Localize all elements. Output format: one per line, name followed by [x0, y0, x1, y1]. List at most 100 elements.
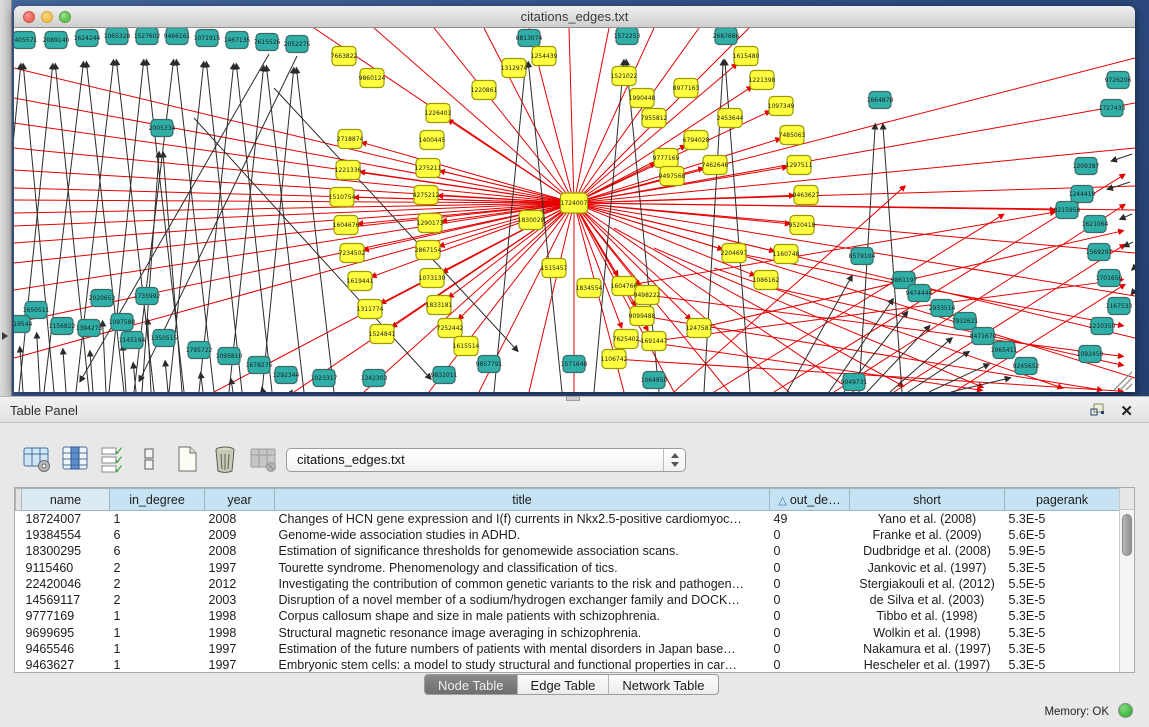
cell-year[interactable]: 1997	[205, 559, 275, 575]
cell-pagerank[interactable]: 5.3E-5	[1005, 559, 1120, 575]
cell-short[interactable]: Dudbridge et al. (2008)	[850, 543, 1005, 559]
scrollbar-thumb[interactable]	[1122, 514, 1132, 556]
cell-pagerank[interactable]: 5.3E-5	[1005, 641, 1120, 657]
column-header-pagerank[interactable]: pagerank	[1005, 489, 1120, 511]
table-row[interactable]: 1872400712008Changes of HCN gene express…	[16, 511, 1120, 527]
cell-name[interactable]: 9699695	[22, 625, 110, 641]
cell-pagerank[interactable]: 5.3E-5	[1005, 657, 1120, 673]
cell-pagerank[interactable]: 5.3E-5	[1005, 625, 1120, 641]
citation-network-graph[interactable]: 1405571208914016242441065328152760294661…	[14, 28, 1135, 392]
cell-name[interactable]: 18300295	[22, 543, 110, 559]
cell-year[interactable]: 2008	[205, 511, 275, 527]
cell-short[interactable]: Tibbo et al. (1998)	[850, 608, 1005, 624]
column-header-out-de-[interactable]: △out_de…	[770, 489, 850, 511]
cell-year[interactable]: 1997	[205, 641, 275, 657]
cell-out-de-[interactable]: 0	[770, 641, 850, 657]
memory-ok-indicator-icon[interactable]	[1118, 703, 1133, 718]
cell-out-de-[interactable]: 0	[770, 592, 850, 608]
cell-in-degree[interactable]: 2	[110, 559, 205, 575]
cell-pagerank[interactable]: 5.9E-5	[1005, 543, 1120, 559]
select-column-icon[interactable]	[60, 444, 90, 474]
cell-short[interactable]: Wolkin et al. (1998)	[850, 625, 1005, 641]
cell-year[interactable]: 2008	[205, 543, 275, 559]
cell-year[interactable]: 1998	[205, 608, 275, 624]
cell-title[interactable]: Changes of HCN gene expression and I(f) …	[275, 511, 770, 527]
cell-name[interactable]: 9115460	[22, 559, 110, 575]
cell-pagerank[interactable]: 5.3E-5	[1005, 592, 1120, 608]
cell-out-de-[interactable]: 0	[770, 527, 850, 543]
network-view-window[interactable]: citations_edges.txt 14055712089140162424…	[14, 6, 1135, 392]
column-header-short[interactable]: short	[850, 489, 1005, 511]
cell-year[interactable]: 1998	[205, 625, 275, 641]
cell-title[interactable]: Tourette syndrome. Phenomenology and cla…	[275, 559, 770, 575]
cell-name[interactable]: 9465546	[22, 641, 110, 657]
cell-short[interactable]: Nakamura et al. (1997)	[850, 641, 1005, 657]
column-header-year[interactable]: year	[205, 489, 275, 511]
cell-short[interactable]: de Silva et al. (2003)	[850, 592, 1005, 608]
cell-title[interactable]: Embryonic stem cells: a model to study s…	[275, 657, 770, 673]
cell-out-de-[interactable]: 0	[770, 657, 850, 673]
table-row[interactable]: 946554611997Estimation of the future num…	[16, 641, 1120, 657]
cell-year[interactable]: 2012	[205, 576, 275, 592]
cell-out-de-[interactable]: 0	[770, 559, 850, 575]
cell-short[interactable]: Stergiakouli et al. (2012)	[850, 576, 1005, 592]
cell-pagerank[interactable]: 5.3E-5	[1005, 608, 1120, 624]
cell-title[interactable]: Estimation of significance thresholds fo…	[275, 543, 770, 559]
float-panel-icon[interactable]	[1090, 403, 1105, 417]
table-row[interactable]: 969969511998Structural magnetic resonanc…	[16, 625, 1120, 641]
left-splitter-gutter[interactable]	[0, 0, 12, 396]
cell-out-de-[interactable]: 0	[770, 608, 850, 624]
cell-in-degree[interactable]: 1	[110, 657, 205, 673]
column-header-name[interactable]: name	[22, 489, 110, 511]
cell-name[interactable]: 22420046	[22, 576, 110, 592]
delete-trash-icon[interactable]	[210, 444, 240, 474]
cell-short[interactable]: Jankovic et al. (1997)	[850, 559, 1005, 575]
tab-node-table[interactable]: Node Table	[425, 675, 517, 694]
cell-out-de-[interactable]: 0	[770, 576, 850, 592]
table-row[interactable]: 977716911998Corpus callosum shape and si…	[16, 608, 1120, 624]
cell-title[interactable]: Genome-wide association studies in ADHD.	[275, 527, 770, 543]
close-panel-icon[interactable]: ✕	[1120, 402, 1133, 420]
column-header-title[interactable]: title	[275, 489, 770, 511]
table-row[interactable]: 911546021997Tourette syndrome. Phenomeno…	[16, 559, 1120, 575]
column-narrow-icon[interactable]	[134, 444, 164, 474]
table-selector-dropdown[interactable]: citations_edges.txt	[286, 448, 686, 472]
table-settings-icon[interactable]	[22, 444, 52, 474]
cell-year[interactable]: 2009	[205, 527, 275, 543]
cell-name[interactable]: 9777169	[22, 608, 110, 624]
cell-name[interactable]: 9463627	[22, 657, 110, 673]
cell-in-degree[interactable]: 1	[110, 625, 205, 641]
cell-year[interactable]: 2003	[205, 592, 275, 608]
cell-title[interactable]: Structural magnetic resonance image aver…	[275, 625, 770, 641]
cell-pagerank[interactable]: 5.3E-5	[1005, 511, 1120, 527]
table-row[interactable]: 1938455462009Genome-wide association stu…	[16, 527, 1120, 543]
cell-title[interactable]: Disruption of a novel member of a sodium…	[275, 592, 770, 608]
panel-resize-handle[interactable]	[566, 396, 580, 401]
cell-year[interactable]: 1997	[205, 657, 275, 673]
cell-in-degree[interactable]: 2	[110, 592, 205, 608]
cell-in-degree[interactable]: 1	[110, 641, 205, 657]
cell-in-degree[interactable]: 1	[110, 608, 205, 624]
new-document-icon[interactable]	[172, 444, 202, 474]
cell-pagerank[interactable]: 5.5E-5	[1005, 576, 1120, 592]
table-row[interactable]: 1830029562008Estimation of significance …	[16, 543, 1120, 559]
cell-out-de-[interactable]: 0	[770, 543, 850, 559]
cell-name[interactable]: 19384554	[22, 527, 110, 543]
cell-short[interactable]: Franke et al. (2009)	[850, 527, 1005, 543]
select-rows-icon[interactable]: ✓ ✓ ✓	[98, 444, 128, 474]
table-row[interactable]: 1456911722003Disruption of a novel membe…	[16, 592, 1120, 608]
network-canvas[interactable]: 1405571208914016242441065328152760294661…	[14, 28, 1135, 392]
table-row[interactable]: 2242004622012Investigating the contribut…	[16, 576, 1120, 592]
tab-edge-table[interactable]: Edge Table	[517, 675, 609, 694]
column-header-in-degree[interactable]: in_degree	[110, 489, 205, 511]
cell-title[interactable]: Investigating the contribution of common…	[275, 576, 770, 592]
cell-title[interactable]: Corpus callosum shape and size in male p…	[275, 608, 770, 624]
cell-pagerank[interactable]: 5.6E-5	[1005, 527, 1120, 543]
cell-in-degree[interactable]: 1	[110, 511, 205, 527]
cell-name[interactable]: 18724007	[22, 511, 110, 527]
cell-name[interactable]: 14569117	[22, 592, 110, 608]
network-window-titlebar[interactable]: citations_edges.txt	[14, 6, 1135, 28]
cell-out-de-[interactable]: 49	[770, 511, 850, 527]
cell-title[interactable]: Estimation of the future numbers of pati…	[275, 641, 770, 657]
cell-in-degree[interactable]: 6	[110, 543, 205, 559]
